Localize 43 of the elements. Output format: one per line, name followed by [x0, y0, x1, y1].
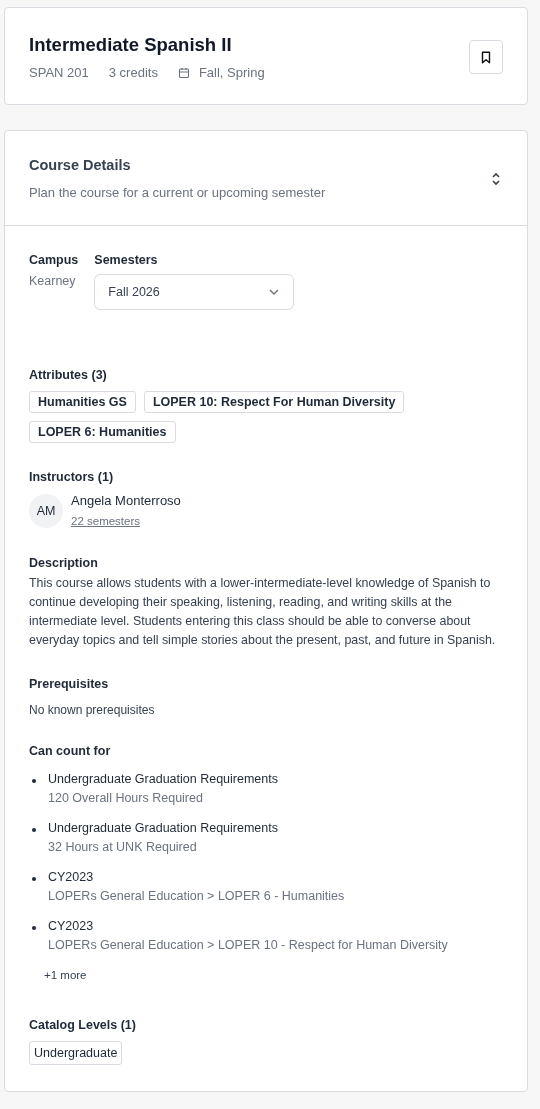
campus-value: Kearney [29, 274, 77, 288]
bullet-icon [32, 877, 36, 881]
requirement-detail: LOPERs General Education > LOPER 6 - Humanities [48, 889, 345, 903]
attributes-heading: Attributes (3) [29, 368, 108, 382]
instructors-heading: Instructors (1) [29, 470, 115, 484]
bullet-icon [32, 828, 36, 832]
semesters-link[interactable]: 22 semesters [71, 515, 141, 527]
requirement-detail: 120 Overall Hours Required [48, 791, 204, 805]
requirement-detail: LOPERs General Education > LOPER 10 - Respect for Human Diversity [48, 938, 448, 952]
prerequisites-text: No known prerequisites [29, 703, 156, 717]
section-subtitle: Plan the course for a current or upcoming semester [29, 185, 326, 200]
requirement-detail: 32 Hours at UNK Required [48, 840, 198, 854]
bullet-icon [32, 779, 36, 783]
description-text: This course allows students with a lower-intermediate-level knowledge of Spanish to continue developing their speaking, listening, reading, and writing skills at the intermediate level. Students entering this class should be able to converse about everyday topics and tell simple stories about the present, past, and future in Spanish. [29, 575, 497, 649]
section-title: Course Details [29, 157, 132, 173]
more-link[interactable]: +1 more [44, 969, 87, 981]
instructor-name: Angela Monterroso [71, 493, 181, 508]
prerequisites-heading: Prerequisites [29, 677, 110, 691]
chevron-down-icon [269, 289, 280, 295]
requirement-title: Undergraduate Graduation Requirements [48, 821, 278, 835]
attribute-tag: LOPER 6: Humanities [29, 421, 176, 443]
bookmark-icon [479, 49, 493, 65]
attribute-tag: Humanities GS [29, 391, 136, 413]
calendar-icon [177, 66, 190, 79]
catalog-levels-heading: Catalog Levels (1) [29, 1018, 137, 1032]
semesters-label: Semesters [94, 253, 159, 267]
avatar: AM [29, 494, 63, 528]
can-count-heading: Can count for [29, 744, 112, 758]
bookmark-button[interactable] [469, 40, 503, 74]
bullet-icon [32, 926, 36, 930]
course-terms: Fall, Spring [198, 65, 265, 80]
campus-label: Campus [29, 253, 79, 267]
course-credits: 3 credits [108, 65, 158, 80]
course-code: SPAN 201 [29, 65, 89, 80]
course-title: Intermediate Spanish II [29, 34, 233, 56]
semester-select[interactable]: Fall 2026 [94, 274, 295, 310]
requirement-title: CY2023 [48, 870, 95, 884]
requirement-title: Undergraduate Graduation Requirements [48, 772, 278, 786]
chevrons-up-down-icon[interactable] [491, 171, 501, 186]
attribute-tag: LOPER 10: Respect For Human Diversity [143, 391, 405, 413]
level-tag: Undergraduate [29, 1041, 123, 1065]
requirement-title: CY2023 [48, 919, 95, 933]
description-heading: Description [29, 556, 99, 570]
